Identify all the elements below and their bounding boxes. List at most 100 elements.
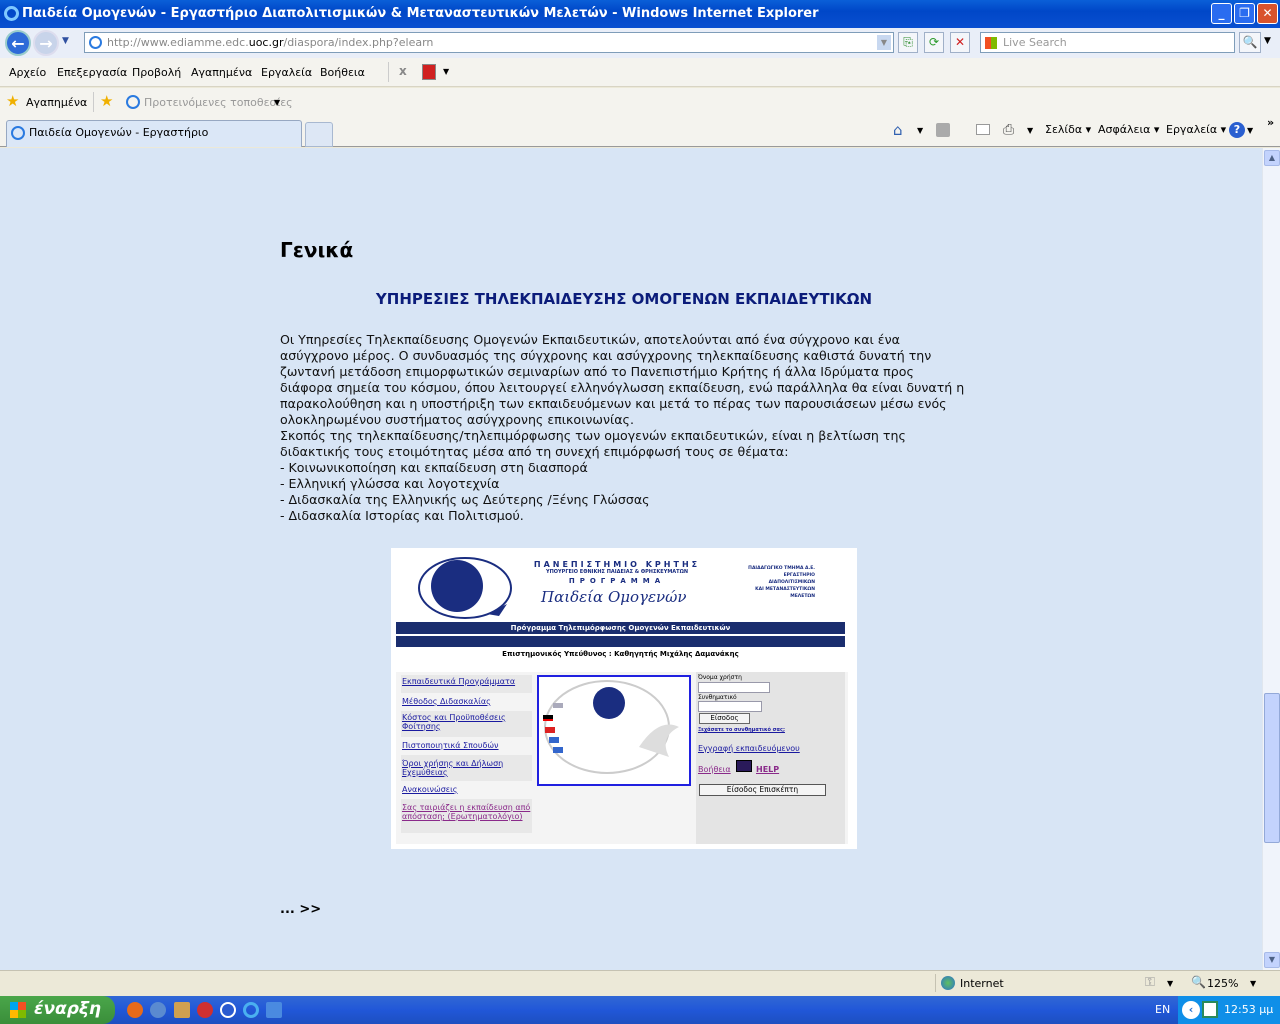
start-button[interactable]: έναρξη <box>0 996 115 1024</box>
link-announcements[interactable]: Ανακοινώσεις <box>402 785 458 794</box>
page-title: Γενικά <box>280 238 354 262</box>
mail-icon[interactable] <box>976 124 990 135</box>
password-input[interactable] <box>698 701 762 712</box>
suggested-sites[interactable]: Προτεινόμενες τοποθεσίες <box>144 96 293 109</box>
forward-button[interactable]: → <box>33 30 59 56</box>
menu-bar: Αρχείο Επεξεργασία Προβολή Αγαπημένα Εργ… <box>0 58 1280 87</box>
favorites-bar: ★ Αγαπημένα ★ Προτεινόμενες τοποθεσίες ▼ <box>0 88 1280 116</box>
pdf-dropdown-icon[interactable]: ▼ <box>443 67 449 76</box>
zoom-icon[interactable]: 🔍 <box>1191 975 1206 989</box>
link-certificates[interactable]: Πιστοποιητικά Σπουδών <box>402 741 499 750</box>
tray-app-icon[interactable] <box>1202 1001 1218 1018</box>
search-input[interactable]: Live Search <box>980 32 1235 53</box>
address-row: ← → ▼ http://www.ediamme.edc.uoc.gr/dias… <box>0 28 1280 58</box>
folder-icon[interactable] <box>174 1002 190 1018</box>
desktop-icon[interactable] <box>266 1002 282 1018</box>
guest-login-button[interactable]: Είσοδος Επισκέπτη <box>699 784 826 796</box>
link-cost[interactable]: Κόστος και Προϋποθέσεις Φοίτησης <box>402 713 506 731</box>
firefox-icon[interactable] <box>127 1002 143 1018</box>
protected-mode-icon[interactable]: ⚿ <box>1145 975 1155 990</box>
menu-file[interactable]: Αρχείο <box>9 66 46 79</box>
scroll-down-button[interactable]: ▼ <box>1264 952 1280 968</box>
add-favorite-icon[interactable]: ★ <box>100 92 113 110</box>
menu-view[interactable]: Προβολή <box>132 66 181 79</box>
globe-flags-icon <box>543 680 679 774</box>
menu-edit[interactable]: Επεξεργασία <box>57 66 127 79</box>
link-terms[interactable]: Όροι χρήσης και Δήλωση Εχεμύθειας <box>402 759 503 777</box>
forgot-password-link[interactable]: Ξεχάσατε το συνθηματικό σας; <box>698 727 785 733</box>
pdf-icon[interactable] <box>422 64 436 80</box>
tray-expand-icon[interactable]: ‹ <box>1182 1001 1200 1019</box>
link-list: Εκπαιδευτικά Προγράμματα Μέθοδος Διδασκα… <box>401 675 532 833</box>
thunderbird-icon[interactable] <box>150 1002 166 1018</box>
home-dropdown-icon[interactable]: ▼ <box>917 126 923 135</box>
clock[interactable]: 12:53 μμ <box>1224 1003 1273 1016</box>
refresh-icon[interactable]: ⟳ <box>924 32 944 53</box>
login-panel: Όνομα χρήστη Συνθηματικό Είσοδος Ξεχάσατ… <box>696 672 845 844</box>
help-en-link[interactable]: HELP <box>756 765 779 774</box>
elearning-banner-image[interactable]: ΠΑΝΕΠΙΣΤΗΜΙΟ ΚΡΗΤΗΣ ΥΠΟΥΡΓΕΙΟ ΕΘΝΙΚΗΣ ΠΑ… <box>391 548 857 849</box>
language-indicator[interactable]: EN <box>1155 1003 1170 1016</box>
help-icon[interactable]: ? <box>1229 122 1245 138</box>
windows-logo-icon <box>10 1002 26 1018</box>
close-button[interactable]: ✕ <box>1257 3 1278 24</box>
stop-icon[interactable]: ✕ <box>950 32 970 53</box>
link-questionnaire[interactable]: Σας ταιριάζει η εκπαίδευση από απόσταση;… <box>402 803 530 821</box>
link-teaching-method[interactable]: Μέθοδος Διδασκαλίας <box>402 697 491 706</box>
menu-tools[interactable]: Εργαλεία <box>261 66 312 79</box>
print-dropdown-icon[interactable]: ▼ <box>1027 126 1033 135</box>
app-icon[interactable] <box>197 1002 213 1018</box>
protected-dropdown-icon[interactable]: ▼ <box>1167 979 1173 988</box>
history-dropdown-icon[interactable]: ▼ <box>62 36 69 46</box>
paragraph: Οι Υπηρεσίες Τηλεκπαίδευσης Ομογενών Εκπ… <box>280 332 965 427</box>
address-dropdown-icon[interactable]: ▼ <box>877 35 891 50</box>
print-icon[interactable]: ⎙ <box>1003 122 1014 138</box>
help-link[interactable]: Βοήθεια <box>698 765 731 774</box>
close-toolbar-icon[interactable]: x <box>399 64 407 78</box>
scroll-up-button[interactable]: ▲ <box>1264 150 1280 166</box>
ministry-name: ΥΠΟΥΡΓΕΙΟ ΕΘΝΙΚΗΣ ΠΑΙΔΕΙΑΣ & ΘΡΗΣΚΕΥΜΑΤΩ… <box>545 569 689 575</box>
register-link[interactable]: Εγγραφή εκπαιδευόμενου <box>698 744 800 753</box>
feeds-icon[interactable] <box>936 123 950 137</box>
favorites-button[interactable]: Αγαπημένα <box>26 96 87 109</box>
favorites-star-icon: ★ <box>6 92 20 110</box>
ie-quicklaunch-icon[interactable] <box>243 1002 259 1018</box>
new-tab-button[interactable] <box>305 122 333 147</box>
menu-help[interactable]: Βοήθεια <box>320 66 365 79</box>
vertical-scrollbar[interactable]: ▲ ▼ <box>1262 148 1280 970</box>
search-button[interactable]: 🔍 <box>1239 32 1261 53</box>
search-options-icon[interactable]: ▼ <box>1264 36 1271 46</box>
live-search-icon <box>985 37 997 49</box>
globe-logo-icon <box>418 557 512 619</box>
paragraph: Σκοπός της τηλεκπαίδευσης/τηλεπιμόρφωσης… <box>280 428 906 459</box>
scroll-thumb[interactable] <box>1264 693 1280 843</box>
url-suffix: /diaspora/index.php?elearn <box>283 36 434 49</box>
username-input[interactable] <box>698 682 770 693</box>
zoom-dropdown-icon[interactable]: ▼ <box>1250 979 1256 988</box>
tab-active[interactable]: Παιδεία Ομογενών - Εργαστήριο Διαπολιτισ… <box>6 120 302 163</box>
divider <box>93 92 94 112</box>
address-bar[interactable]: http://www.ediamme.edc.uoc.gr/diaspora/i… <box>84 32 894 53</box>
suggested-dropdown-icon[interactable]: ▼ <box>274 98 280 107</box>
back-button[interactable]: ← <box>5 30 31 56</box>
tools-menu[interactable]: Εργαλεία ▾ <box>1166 123 1226 136</box>
zoom-level[interactable]: 125% <box>1207 977 1238 990</box>
home-icon[interactable]: ⌂ <box>893 121 903 139</box>
ie-icon <box>11 126 25 140</box>
more-link[interactable]: ... >> <box>280 902 321 917</box>
login-button[interactable]: Είσοδος <box>699 713 750 724</box>
safety-menu[interactable]: Ασφάλεια ▾ <box>1098 123 1159 136</box>
page-ie-icon <box>89 36 102 49</box>
media-player-icon[interactable] <box>220 1002 236 1018</box>
compat-icon[interactable]: ⎘ <box>898 32 918 53</box>
url-prefix: http://www.ediamme.edc. <box>107 36 249 49</box>
menu-favorites[interactable]: Αγαπημένα <box>191 66 252 79</box>
page-menu[interactable]: Σελίδα ▾ <box>1045 123 1091 136</box>
maximize-button[interactable]: ❐ <box>1234 3 1255 24</box>
system-tray: ‹ 12:53 μμ <box>1178 996 1280 1024</box>
minimize-button[interactable]: _ <box>1211 3 1232 24</box>
zone-label: Internet <box>960 977 1004 990</box>
chevron-more-icon[interactable]: » <box>1267 116 1274 129</box>
link-educational-programmes[interactable]: Εκπαιδευτικά Προγράμματα <box>402 677 515 686</box>
help-dropdown-icon[interactable]: ▼ <box>1247 126 1253 135</box>
